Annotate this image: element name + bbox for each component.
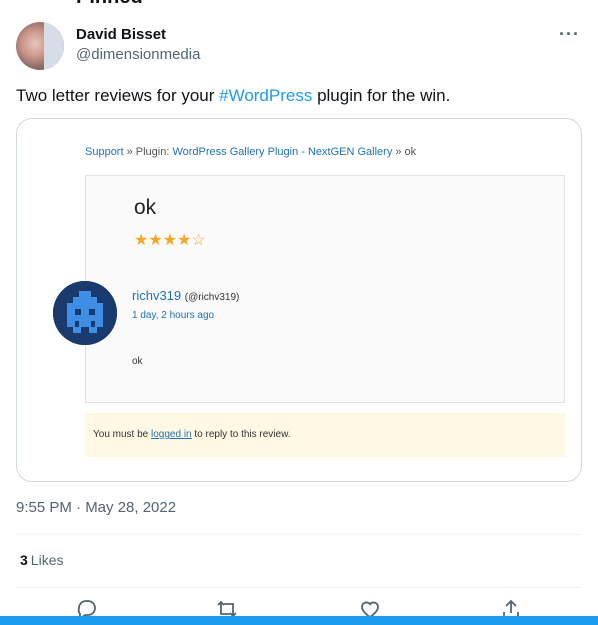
stars-filled-icon: ★★★★ bbox=[134, 232, 192, 249]
bottom-accent-bar bbox=[0, 616, 598, 625]
review-body: ok bbox=[132, 356, 143, 367]
reviewer-name-link[interactable]: richv319 bbox=[132, 288, 181, 303]
breadcrumb-support-link[interactable]: Support bbox=[85, 146, 124, 158]
login-text: You must be logged in to reply to this r… bbox=[93, 429, 291, 440]
divider-bottom bbox=[16, 587, 582, 588]
login-notice: You must be logged in to reply to this r… bbox=[85, 413, 565, 457]
tweet-text-after: plugin for the win. bbox=[312, 86, 451, 105]
review-title: ok bbox=[134, 196, 157, 219]
likes-summary[interactable]: 3 Likes bbox=[20, 552, 63, 568]
pixel-avatar-icon bbox=[53, 281, 117, 345]
login-text-before: You must be bbox=[93, 429, 152, 440]
breadcrumb-sep-2: » ok bbox=[392, 146, 417, 158]
tweet-text: Two letter reviews for your #WordPress p… bbox=[16, 86, 450, 106]
embedded-image-card[interactable]: Support » Plugin: WordPress Gallery Plug… bbox=[16, 118, 582, 482]
reviewer-avatar[interactable] bbox=[53, 281, 117, 345]
author-avatar[interactable] bbox=[16, 22, 64, 70]
author-name[interactable]: David Bisset bbox=[76, 26, 166, 43]
reviewer-date-link[interactable]: 1 day, 2 hours ago bbox=[132, 310, 214, 321]
tweet-header: David Bisset @dimensionmedia ··· bbox=[16, 22, 582, 72]
breadcrumb-plugin-link[interactable]: WordPress Gallery Plugin - NextGEN Galle… bbox=[172, 146, 392, 158]
review-box: ok ★★★★☆ richv319 (@richv319) 1 day, 2 h… bbox=[85, 175, 565, 403]
tweet-timestamp[interactable]: 9:55 PM · May 28, 2022 bbox=[16, 499, 176, 516]
star-rating: ★★★★☆ bbox=[134, 230, 206, 250]
clipped-header-text: Pinned bbox=[76, 0, 143, 9]
star-empty-icon: ☆ bbox=[191, 232, 206, 249]
breadcrumb-sep-1: » Plugin: bbox=[123, 146, 173, 158]
more-options-icon[interactable]: ··· bbox=[559, 24, 580, 45]
divider-top bbox=[16, 534, 582, 535]
author-handle[interactable]: @dimensionmedia bbox=[76, 46, 200, 63]
breadcrumb: Support » Plugin: WordPress Gallery Plug… bbox=[85, 146, 416, 158]
reviewer-name: richv319 (@richv319) bbox=[132, 288, 239, 303]
hashtag-link[interactable]: #WordPress bbox=[219, 86, 312, 105]
reviewer-handle: (@richv319) bbox=[184, 292, 240, 303]
likes-label: Likes bbox=[30, 552, 64, 568]
logged-in-link[interactable]: logged in bbox=[151, 429, 192, 440]
tweet-text-before: Two letter reviews for your bbox=[16, 86, 220, 105]
login-text-after: to reply to this review. bbox=[191, 429, 291, 440]
likes-count: 3 bbox=[20, 552, 28, 568]
